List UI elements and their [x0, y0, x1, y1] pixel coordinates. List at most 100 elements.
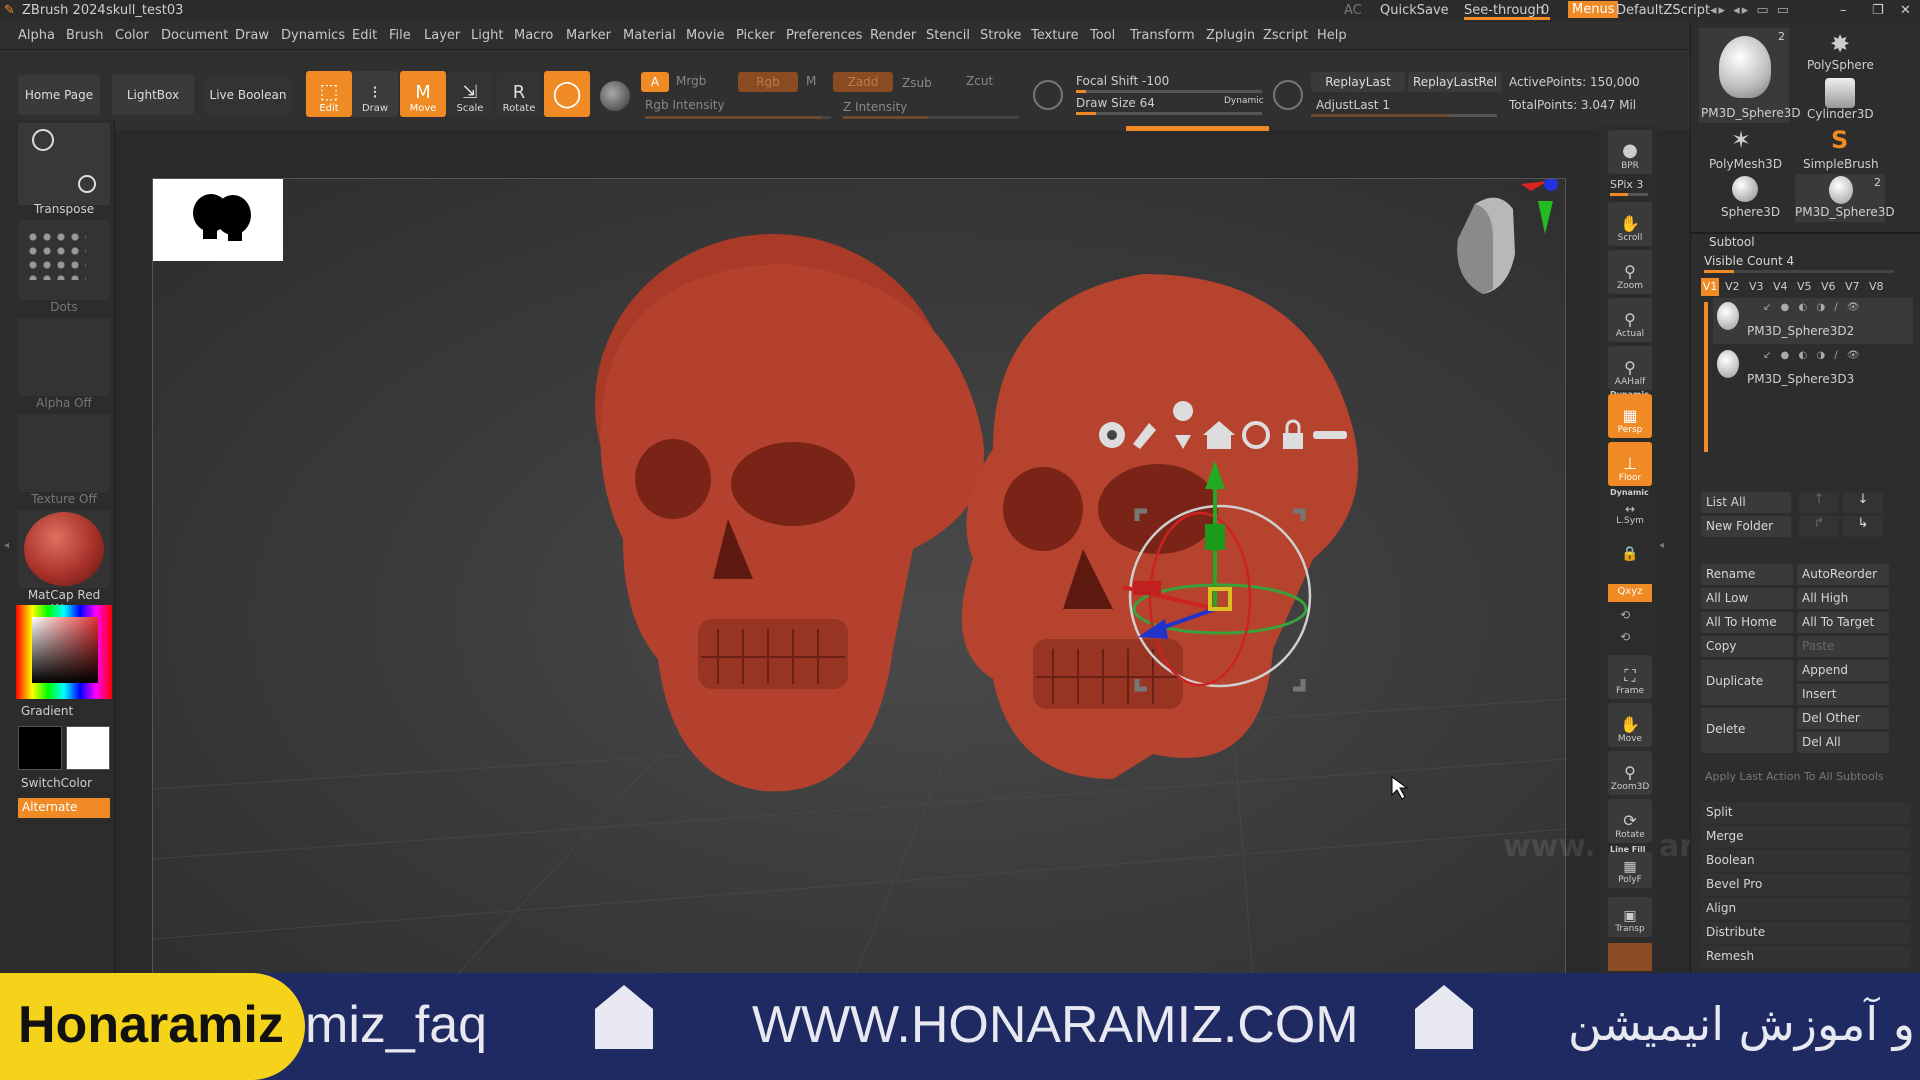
color-square[interactable] [32, 617, 98, 683]
subtool-controls-icons[interactable]: ↙ ● ◐ ◑ ∕ 👁 [1763, 350, 1863, 361]
ghost-button[interactable] [1608, 943, 1652, 971]
draw-size-track[interactable] [1076, 112, 1262, 115]
menu-stencil[interactable]: Stencil [926, 28, 970, 43]
dynamic-toggle[interactable]: Dynamic [1224, 96, 1264, 106]
transpose-button[interactable] [18, 123, 110, 205]
align-section[interactable]: Align [1701, 898, 1911, 919]
tool-thumb-cylinder[interactable]: Cylinder3D [1795, 74, 1885, 124]
subtool-controls-icons[interactable]: ↙ ● ◐ ◑ ∕ 👁 [1763, 302, 1863, 313]
sculptris-s-icon[interactable] [1033, 80, 1063, 110]
rotate-tool-button[interactable]: R Rotate [496, 71, 542, 117]
distribute-section[interactable]: Distribute [1701, 922, 1911, 943]
tool-thumb-pm3d-sphere[interactable]: 2 PM3D_Sphere3D [1699, 28, 1801, 123]
aahalf-button[interactable]: ⚲ AAHalf [1608, 346, 1652, 390]
a-button[interactable]: A [641, 72, 669, 92]
close-icon[interactable]: ✕ [1900, 3, 1911, 18]
tab-v1[interactable]: V1 [1701, 278, 1719, 296]
menu-edit[interactable]: Edit [352, 28, 377, 43]
menus-button[interactable]: Menus [1568, 1, 1619, 18]
switchcolor-button[interactable]: SwitchColor [18, 776, 110, 790]
paste-button[interactable]: Paste [1797, 636, 1889, 657]
append-button[interactable]: Append [1797, 660, 1889, 681]
mrgb-button[interactable]: Mrgb [676, 74, 706, 88]
tool-thumb-simplebrush[interactable]: S SimpleBrush [1795, 126, 1885, 174]
menu-macro[interactable]: Macro [514, 28, 553, 43]
merge-section[interactable]: Merge [1701, 826, 1911, 847]
rename-button[interactable]: Rename [1701, 564, 1793, 585]
tool-thumb-pm3d-sphere-2[interactable]: 2 PM3D_Sphere3D [1795, 174, 1895, 222]
tool-thumb-sphere3d[interactable]: Sphere3D [1699, 174, 1789, 222]
navigation-head-icon[interactable] [1457, 177, 1558, 294]
menu-material[interactable]: Material [623, 28, 676, 43]
lightbox-button[interactable]: LightBox [112, 75, 194, 115]
menu-draw[interactable]: Draw [235, 28, 269, 43]
visible-count-track[interactable] [1704, 270, 1894, 273]
menu-tool[interactable]: Tool [1090, 28, 1115, 43]
move-down-icon[interactable]: ↓ [1843, 492, 1883, 513]
subtool-header[interactable]: Subtool [1709, 235, 1755, 249]
dynamic-d-icon[interactable] [1273, 80, 1303, 110]
subtool-item[interactable]: ↙ ● ◐ ◑ ∕ 👁 PM3D_Sphere3D2 [1713, 298, 1913, 344]
quicksave-button[interactable]: QuickSave [1380, 3, 1449, 18]
all-to-home-button[interactable]: All To Home [1701, 612, 1793, 633]
menu-dynamics[interactable]: Dynamics [281, 28, 345, 43]
menu-brush[interactable]: Brush [66, 28, 104, 43]
rgb-intensity-slider[interactable]: Rgb Intensity [645, 98, 725, 112]
folder-down-icon[interactable]: ↳ [1843, 516, 1883, 537]
duplicate-button[interactable]: Duplicate [1701, 660, 1793, 705]
default-zscript-button[interactable]: DefaultZScript [1616, 3, 1710, 18]
zoom-button[interactable]: ⚲ Zoom [1608, 250, 1652, 294]
split-section[interactable]: Split [1701, 802, 1911, 823]
primary-color-swatch[interactable] [18, 726, 62, 770]
spix-slider[interactable]: SPix 3 [1610, 178, 1643, 191]
dots-stroke-button[interactable] [18, 220, 110, 300]
adjust-last-track[interactable] [1311, 114, 1497, 117]
tab-v8[interactable]: V8 [1869, 280, 1884, 293]
delete-button[interactable]: Delete [1701, 708, 1793, 753]
right-collapse-icon[interactable]: ◂ [1659, 540, 1664, 551]
tool-thumb-polysphere[interactable]: ✸ PolySphere [1795, 28, 1885, 73]
tool-thumb-polymesh[interactable]: ✶ PolyMesh3D [1699, 126, 1789, 174]
frame-button[interactable]: ⛶ Frame [1608, 655, 1652, 699]
replay-last-button[interactable]: ReplayLast [1311, 72, 1405, 92]
z-intensity-track[interactable] [843, 116, 1019, 119]
menu-texture[interactable]: Texture [1031, 28, 1079, 43]
zsub-button[interactable]: Zsub [902, 76, 932, 90]
autoreorder-button[interactable]: AutoReorder [1797, 564, 1889, 585]
tab-v5[interactable]: V5 [1797, 280, 1812, 293]
move-tool-button[interactable]: M Move [400, 71, 446, 117]
folder-up-icon[interactable]: ↱ [1799, 516, 1839, 537]
z-intensity-slider[interactable]: Z Intensity [843, 100, 907, 114]
draw-tool-button[interactable]: ⁝ Draw [352, 71, 398, 117]
menu-marker[interactable]: Marker [566, 28, 611, 43]
zadd-button[interactable]: Zadd [833, 72, 893, 92]
minimize-icon[interactable]: – [1840, 3, 1847, 18]
floor-button[interactable]: ⊥ Floor [1608, 442, 1652, 486]
draw-size-slider[interactable]: Draw Size 64 [1076, 96, 1155, 110]
focal-shift-track[interactable] [1076, 90, 1262, 93]
remesh-section[interactable]: Remesh [1701, 946, 1911, 967]
secondary-color-swatch[interactable] [66, 726, 110, 770]
boolean-section[interactable]: Boolean [1701, 850, 1911, 871]
zcut-button[interactable]: Zcut [966, 74, 993, 88]
menu-preferences[interactable]: Preferences [786, 28, 862, 43]
skull-right[interactable] [961, 274, 1358, 779]
actual-button[interactable]: ⚲ Actual [1608, 298, 1652, 342]
left-collapse-icon[interactable]: ◂ [4, 540, 9, 560]
color-picker[interactable] [16, 605, 112, 699]
visible-count-slider[interactable]: Visible Count 4 [1704, 254, 1794, 268]
all-low-button[interactable]: All Low [1701, 588, 1793, 609]
gizmo-slider-icon[interactable] [1313, 431, 1347, 439]
xyz-button[interactable]: Qxyz [1608, 584, 1652, 602]
all-to-target-button[interactable]: All To Target [1797, 612, 1889, 633]
menu-zscript[interactable]: Zscript [1263, 28, 1308, 43]
menu-light[interactable]: Light [471, 28, 503, 43]
lock-icon[interactable] [1283, 433, 1303, 449]
transp-button[interactable]: ▣ Transp [1608, 897, 1652, 937]
subtool-scrollbar[interactable] [1704, 302, 1708, 452]
bpr-button[interactable]: ● BPR [1608, 130, 1652, 174]
subtool-item[interactable]: ↙ ● ◐ ◑ ∕ 👁 PM3D_Sphere3D3 [1713, 346, 1913, 392]
rgb-button[interactable]: Rgb [738, 72, 798, 92]
m-button[interactable]: M [806, 74, 816, 88]
apply-last-action-button[interactable]: Apply Last Action To All Subtools [1705, 770, 1884, 783]
